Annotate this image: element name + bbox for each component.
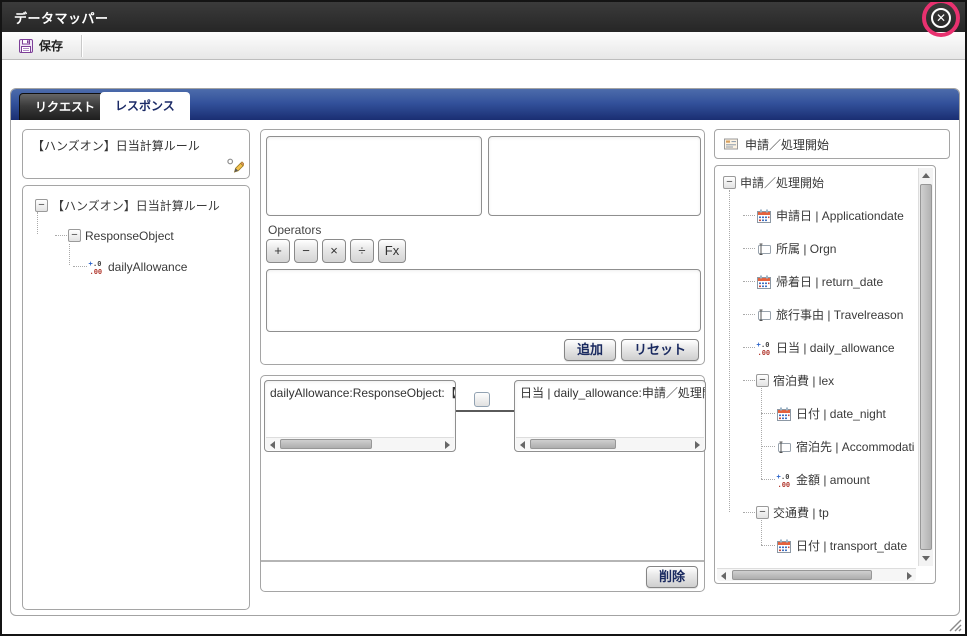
scroll-left-icon[interactable] — [520, 441, 525, 449]
scroll-down-icon[interactable] — [922, 556, 930, 561]
collapse-toggle-icon[interactable]: − — [756, 374, 769, 387]
toolbar: 保存 — [2, 32, 965, 60]
target-tree-content: − 申請／処理開始 申請日 | Applicationdate 所属 | Org… — [719, 166, 915, 564]
text-field-icon — [776, 439, 792, 455]
tree-guide — [729, 190, 730, 512]
calendar-icon — [756, 274, 772, 290]
scrollbar-thumb[interactable] — [732, 570, 872, 580]
data-mapper-dialog: データマッパー ✕ 保存 リクエスト レスポンス 【ハンズオン】日当計算ルール … — [0, 0, 967, 636]
number-field-icon — [756, 340, 772, 356]
tab-response[interactable]: レスポンス — [100, 92, 190, 120]
source-tree-panel: − 【ハンズオン】日当計算ルール − ResponseObject dailyA… — [22, 185, 250, 610]
tree-node-transport-group[interactable]: − 交通費 | tp — [719, 496, 915, 529]
floppy-disk-icon — [18, 38, 34, 54]
dialog-titlebar: データマッパー — [2, 2, 965, 32]
tree-node-daily-allowance[interactable]: 日当 | daily_allowance — [719, 331, 915, 364]
scroll-left-icon[interactable] — [721, 572, 726, 580]
close-button[interactable]: ✕ — [931, 8, 951, 28]
close-button-area: ✕ — [922, 2, 960, 37]
expression-actions: 追加 リセット — [563, 339, 699, 361]
add-button[interactable]: 追加 — [563, 339, 616, 361]
scroll-left-icon[interactable] — [270, 441, 275, 449]
tree-node-return-date[interactable]: 帰着日 | return_date — [719, 265, 915, 298]
scroll-right-icon[interactable] — [907, 572, 912, 580]
calendar-icon — [756, 208, 772, 224]
mapping-target-value: 日当 | daily_allowance:申請／処理開 — [520, 386, 705, 400]
tree-node-date-night[interactable]: 日付 | date_night — [719, 397, 915, 430]
text-field-icon — [756, 241, 772, 257]
scroll-right-icon[interactable] — [445, 441, 450, 449]
scrollbar-thumb[interactable] — [280, 439, 372, 449]
text-field-icon — [756, 307, 772, 323]
collapse-toggle-icon[interactable]: − — [723, 176, 736, 189]
reset-button[interactable]: リセット — [620, 339, 699, 361]
delete-button[interactable]: 削除 — [645, 566, 698, 588]
pencil-edit-icon[interactable] — [226, 157, 244, 175]
tree-node-applicationdate[interactable]: 申請日 | Applicationdate — [719, 199, 915, 232]
mapping-footer-divider — [261, 560, 704, 562]
tree-node-rule-root[interactable]: − 【ハンズオン】日当計算ルール — [27, 190, 245, 220]
target-form-header: 申請／処理開始 — [714, 129, 950, 159]
operand-left-slot[interactable] — [266, 136, 482, 216]
operator-button-row: + − × ÷ Fx — [266, 239, 406, 263]
tree-node-transport-date[interactable]: 日付 | transport_date — [719, 529, 915, 562]
collapse-toggle-icon[interactable]: − — [35, 198, 48, 212]
resize-grip[interactable] — [946, 616, 962, 632]
horizontal-scrollbar[interactable] — [516, 437, 704, 450]
tree-node-amount[interactable]: 金額 | amount — [719, 463, 915, 496]
mapping-target-box[interactable]: 日当 | daily_allowance:申請／処理開 — [514, 380, 706, 452]
dialog-title: データマッパー — [14, 10, 109, 26]
target-form-title: 申請／処理開始 — [745, 137, 830, 152]
save-button[interactable]: 保存 — [10, 35, 71, 57]
tab-request[interactable]: リクエスト — [19, 93, 112, 120]
number-field-icon — [88, 259, 104, 275]
toolbar-separator — [81, 34, 84, 57]
mapping-source-box[interactable]: dailyAllowance:ResponseObject:【 — [264, 380, 456, 452]
operators-label: Operators — [268, 223, 322, 237]
mapping-checkbox[interactable] — [474, 392, 490, 407]
horizontal-scrollbar[interactable] — [717, 568, 916, 581]
mapping-source-value: dailyAllowance:ResponseObject:【 — [270, 386, 455, 400]
vertical-scrollbar[interactable] — [918, 168, 933, 566]
tree-guide — [37, 212, 38, 234]
mapping-list-panel: dailyAllowance:ResponseObject:【 日当 | dai… — [260, 375, 706, 592]
tab-bar: リクエスト レスポンス — [11, 89, 959, 120]
horizontal-scrollbar[interactable] — [266, 437, 454, 450]
rule-name-label: 【ハンズオン】日当計算ルール — [32, 139, 200, 153]
scroll-right-icon[interactable] — [695, 441, 700, 449]
tree-node-responseobject[interactable]: − ResponseObject — [27, 220, 245, 251]
number-field-icon — [776, 472, 792, 488]
save-button-label: 保存 — [39, 39, 64, 53]
tree-node-dailyallowance[interactable]: dailyAllowance — [27, 251, 245, 282]
scrollbar-thumb[interactable] — [530, 439, 616, 449]
tree-node-process-start[interactable]: − 申請／処理開始 — [719, 166, 915, 199]
operator-plus-button[interactable]: + — [266, 239, 290, 263]
operator-multiply-button[interactable]: × — [322, 239, 346, 263]
operator-function-button[interactable]: Fx — [378, 239, 406, 263]
tree-node-lodging-group[interactable]: − 宿泊費 | lex — [719, 364, 915, 397]
operator-divide-button[interactable]: ÷ — [350, 239, 374, 263]
target-tree-panel: − 申請／処理開始 申請日 | Applicationdate 所属 | Org… — [714, 165, 936, 584]
calendar-icon — [776, 406, 792, 422]
expression-builder-panel: Operators + − × ÷ Fx 追加 リセット — [260, 129, 705, 365]
tree-node-orgn[interactable]: 所属 | Orgn — [719, 232, 915, 265]
form-icon — [723, 136, 739, 152]
operand-right-slot[interactable] — [488, 136, 701, 216]
collapse-toggle-icon[interactable]: − — [756, 506, 769, 519]
scrollbar-thumb[interactable] — [920, 184, 932, 550]
tree-guide — [761, 520, 762, 545]
rule-name-box: 【ハンズオン】日当計算ルール — [22, 129, 250, 179]
collapse-toggle-icon[interactable]: − — [68, 229, 81, 242]
mapping-connector-line — [455, 410, 515, 412]
scroll-up-icon[interactable] — [922, 173, 930, 178]
tree-guide — [761, 388, 762, 479]
tree-node-accommodation[interactable]: 宿泊先 | Accommodati — [719, 430, 915, 463]
expression-preview-box[interactable] — [266, 269, 701, 332]
tree-node-travelreason[interactable]: 旅行事由 | Travelreason — [719, 298, 915, 331]
operator-minus-button[interactable]: − — [294, 239, 318, 263]
calendar-icon — [776, 538, 792, 554]
tree-guide — [69, 244, 70, 265]
